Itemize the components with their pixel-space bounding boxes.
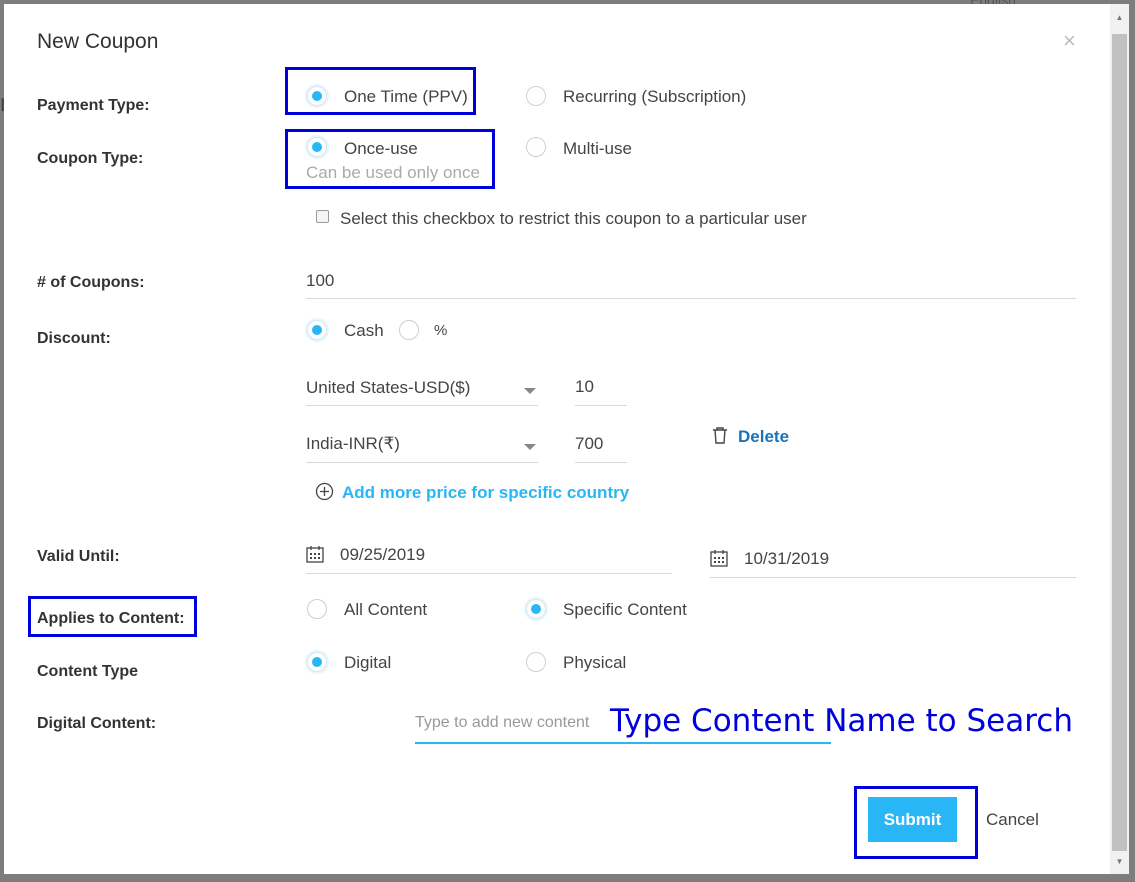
radio-digital-label: Digital (344, 653, 392, 672)
amount-input-usd[interactable]: 10 (575, 377, 594, 397)
highlight-box-submit (854, 786, 978, 859)
amount-input-inr[interactable]: 700 (575, 434, 603, 454)
scroll-down-icon[interactable]: ▼ (1110, 854, 1129, 870)
trash-icon[interactable] (712, 426, 728, 444)
radio-specific-content[interactable] (526, 599, 546, 619)
calendar-icon[interactable] (710, 549, 728, 567)
radio-cash[interactable] (307, 320, 327, 340)
cancel-button[interactable]: Cancel (986, 810, 1039, 830)
radio-physical[interactable] (526, 652, 546, 672)
add-circle-icon[interactable] (315, 482, 334, 501)
radio-multi-use-label: Multi-use (563, 139, 632, 158)
highlight-box-coupon-type (285, 129, 495, 189)
currency-select-inr-underline (306, 462, 538, 463)
currency-select-usd[interactable]: United States-USD($) (306, 378, 470, 398)
modal-scrollbar[interactable]: ▲ ▼ (1110, 4, 1129, 874)
currency-select-inr[interactable]: India-INR(₹) (306, 434, 400, 454)
radio-percent[interactable] (399, 320, 419, 340)
new-coupon-modal: New Coupon × Payment Type: One Time (PPV… (4, 4, 1110, 874)
num-coupons-input[interactable]: 100 (306, 271, 334, 291)
radio-multi-use[interactable] (526, 137, 546, 157)
content-type-label: Content Type (37, 663, 139, 680)
currency-select-usd-underline (306, 405, 538, 406)
num-coupons-label: # of Coupons: (37, 274, 145, 291)
radio-recurring[interactable] (526, 86, 546, 106)
restrict-user-checkbox[interactable] (316, 210, 329, 223)
modal-title: New Coupon (37, 30, 159, 53)
annotation-search-hint: Type Content Name to Search (610, 703, 1073, 739)
discount-label: Discount: (37, 330, 111, 347)
valid-until-label: Valid Until: (37, 548, 120, 565)
digital-content-label: Digital Content: (37, 715, 157, 732)
radio-all-content-label: All Content (344, 600, 428, 619)
highlight-box-payment-type (285, 67, 476, 115)
payment-type-label: Payment Type: (37, 97, 150, 114)
coupon-type-label: Coupon Type: (37, 150, 144, 167)
radio-specific-content-label: Specific Content (563, 600, 687, 619)
calendar-icon[interactable] (306, 545, 324, 563)
scrollbar-thumb[interactable] (1112, 34, 1127, 851)
num-coupons-underline (306, 298, 1076, 299)
highlight-box-applies-to (28, 596, 197, 637)
digital-content-underline (415, 742, 831, 744)
radio-percent-label: % (434, 322, 448, 339)
end-date-input[interactable]: 10/31/2019 (744, 549, 829, 569)
radio-physical-label: Physical (563, 653, 627, 672)
radio-all-content[interactable] (307, 599, 327, 619)
add-more-price-link[interactable]: Add more price for specific country (342, 483, 629, 503)
radio-digital[interactable] (307, 652, 327, 672)
digital-content-search-input[interactable]: Type to add new content (415, 714, 589, 732)
start-date-input[interactable]: 09/25/2019 (340, 545, 425, 565)
amount-input-usd-underline (575, 405, 627, 406)
start-date-underline (306, 573, 672, 574)
radio-recurring-label: Recurring (Subscription) (563, 87, 747, 106)
close-icon[interactable]: × (1063, 28, 1076, 54)
chevron-down-icon[interactable] (524, 388, 536, 394)
scroll-up-icon[interactable]: ▲ (1110, 10, 1129, 26)
restrict-user-label: Select this checkbox to restrict this co… (340, 209, 807, 228)
amount-input-inr-underline (575, 462, 627, 463)
radio-cash-label: Cash (344, 321, 384, 340)
end-date-underline (710, 577, 1076, 578)
delete-price-button[interactable]: Delete (738, 427, 789, 447)
chevron-down-icon[interactable] (524, 444, 536, 450)
